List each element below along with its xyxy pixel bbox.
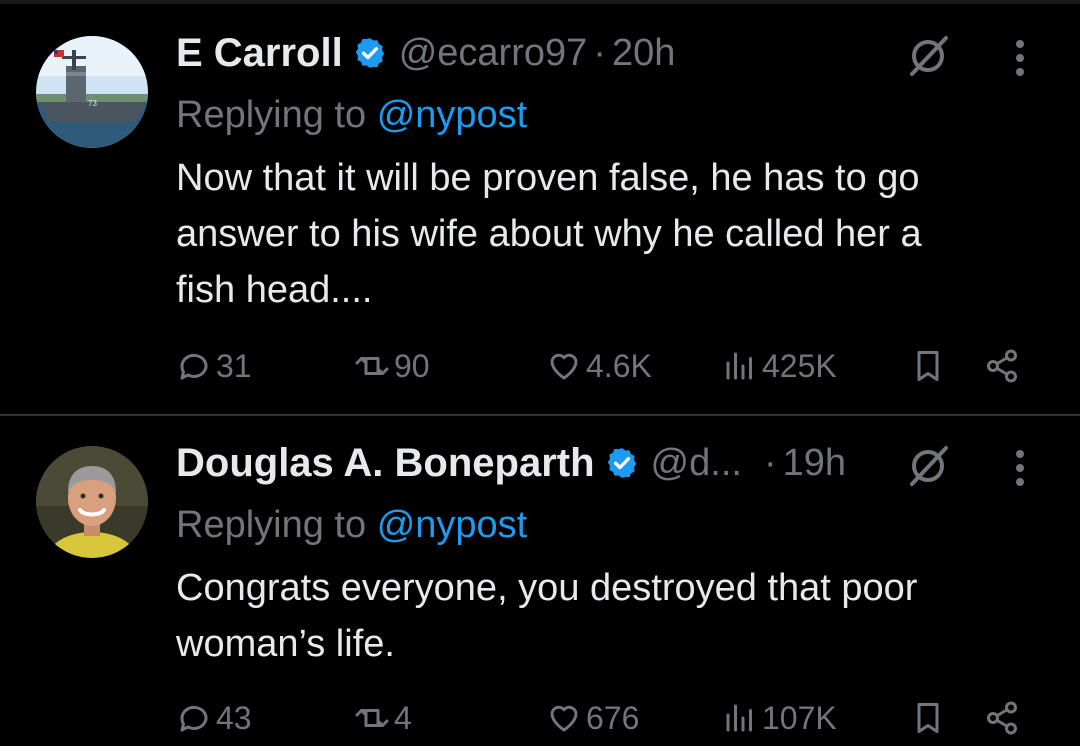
share-button[interactable] [984,342,1024,390]
svg-text:73: 73 [88,99,97,108]
tweet-header: Douglas A. Boneparth @d... · 19h [176,438,1024,488]
aircraft-carrier-avatar-image: 73 [36,36,148,148]
tweet-text-line: answer to his wife about why he called h… [176,213,922,255]
like-button[interactable]: 676 [546,694,639,742]
bookmark-icon [917,703,939,733]
retweet-icon [355,709,389,727]
grok-icon[interactable] [904,442,952,490]
avatar[interactable] [36,446,148,558]
tweet[interactable]: Douglas A. Boneparth @d... · 19h Replyin… [0,416,1080,746]
verified-badge-icon[interactable] [353,36,387,70]
timestamp[interactable]: 20h [612,32,675,75]
retweet-count: 90 [394,347,430,384]
tweet-text-line: Congrats everyone, you destroyed that po… [176,567,918,609]
tweet-text-line: Now that it will be proven false, he has… [176,157,920,199]
bookmark-icon [917,351,939,381]
more-options-icon[interactable] [1014,448,1026,488]
display-name[interactable]: E Carroll [176,31,343,76]
heart-icon [550,705,578,732]
reply-icon [180,705,208,732]
reply-count: 43 [216,699,252,736]
retweet-count: 4 [394,699,412,736]
action-bar: 31 90 4.6K 425K [176,342,1036,390]
views-button[interactable]: 107K [722,694,837,742]
retweet-icon [355,357,389,375]
retweet-button[interactable]: 90 [354,342,430,390]
share-icon [987,701,1017,735]
username-handle[interactable]: @d... [651,442,742,485]
bookmark-button[interactable] [910,694,950,742]
avatar[interactable]: 73 [36,36,148,148]
display-name[interactable]: Douglas A. Boneparth [176,441,595,486]
replying-prefix: Replying to [176,504,367,546]
views-chart-icon [726,352,752,380]
views-count: 107K [762,699,837,736]
heart-icon [550,353,578,380]
reply-icon [180,353,208,380]
separator-dot: · [763,441,777,484]
grok-icon[interactable] [904,32,952,80]
replying-to-mention[interactable]: @nypost [377,504,528,546]
views-button[interactable]: 425K [722,342,837,390]
share-icon [987,349,1017,383]
like-button[interactable]: 4.6K [546,342,652,390]
tweet[interactable]: 73 E Carroll @ecarro97 · 20h Replying to… [0,0,1080,414]
bookmark-button[interactable] [910,342,950,390]
separator-dot: · [593,31,606,74]
tweet-text: Now that it will be proven false, he has… [176,150,1056,318]
reply-button[interactable]: 43 [176,694,252,742]
views-chart-icon [726,704,752,732]
replying-to-line: Replying to @nypost [176,94,527,137]
share-button[interactable] [984,694,1024,742]
action-bar: 43 4 676 107K [176,694,1036,742]
retweet-button[interactable]: 4 [354,694,412,742]
reply-button[interactable]: 31 [176,342,252,390]
tweet-text: Congrats everyone, you destroyed that po… [176,560,1056,672]
verified-badge-icon[interactable] [605,446,639,480]
replying-to-mention[interactable]: @nypost [377,94,528,136]
tweet-text-line: fish head.... [176,269,373,311]
replying-to-line: Replying to @nypost [176,504,527,547]
views-count: 425K [762,347,837,384]
replying-prefix: Replying to [176,94,367,136]
profile-photo-avatar-image [36,446,148,558]
like-count: 676 [586,699,640,736]
tweet-header: E Carroll @ecarro97 · 20h [176,28,1024,78]
tweet-text-line: woman’s life. [176,623,395,665]
more-options-icon[interactable] [1014,38,1026,78]
like-count: 4.6K [586,347,652,384]
reply-count: 31 [216,347,252,384]
timestamp[interactable]: 19h [783,442,846,485]
username-handle[interactable]: @ecarro97 [399,32,588,75]
